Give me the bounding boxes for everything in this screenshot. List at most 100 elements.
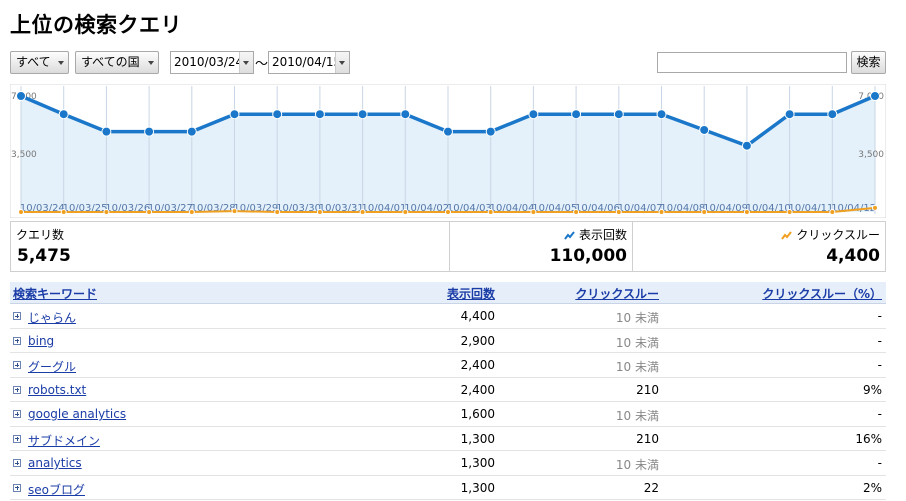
filter-toolbar: すべて すべての国 2010/03/24 ～ 2010/04/15 検索 (10, 51, 886, 75)
clicks-point (786, 209, 793, 215)
clicks-legend: クリックスルー (781, 226, 880, 243)
clicks-point (231, 208, 238, 215)
expand-row-icon[interactable] (13, 434, 21, 443)
clicks-point (274, 209, 281, 215)
clicks-trend-icon (781, 231, 793, 240)
keyword-link[interactable]: google analytics (28, 407, 126, 421)
keyword-link[interactable]: robots.txt (28, 383, 86, 397)
table-row: じゃらん 4,400 10 未満 - (10, 304, 886, 329)
impressions-column-header[interactable]: 表示回数 (447, 285, 495, 302)
country-filter-label: すべての国 (81, 55, 140, 69)
y-tick-label-left: 3,500 (11, 150, 37, 160)
impressions-point (699, 124, 710, 135)
end-date-value: 2010/04/15 (272, 55, 342, 69)
impressions-point (656, 109, 667, 120)
table-row: robots.txt 2,400 210 9% (10, 378, 886, 402)
impressions-cell: 1,300 (460, 456, 495, 470)
search-button[interactable]: 検索 (851, 51, 886, 74)
table-row: analytics 1,300 10 未満 - (10, 451, 886, 476)
calendar-dropdown-icon[interactable] (239, 52, 253, 73)
clicks-point (188, 209, 195, 215)
summary-stats: クエリ数 5,475 表示回数 110,000 クリックスルー 4,400 (10, 221, 886, 272)
impressions-legend: 表示回数 (564, 226, 627, 243)
clicks-point (359, 209, 366, 215)
ctr-cell: - (877, 333, 882, 348)
clicks-point (530, 209, 537, 215)
clicks-cell: 10 未満 (615, 409, 659, 423)
clicks-column-header[interactable]: クリックスルー (575, 285, 659, 302)
clicks-cell: 10 未満 (615, 335, 659, 350)
keyword-link[interactable]: seoブログ (28, 481, 85, 498)
expand-row-icon[interactable] (13, 336, 21, 345)
expand-row-icon[interactable] (13, 361, 21, 369)
clicks-point (573, 209, 580, 215)
clicks-cell: 10 未満 (615, 311, 659, 325)
table-header: 検索キーワード 表示回数 クリックスルー クリックスルー（%） (10, 282, 886, 304)
impressions-point (485, 126, 496, 137)
impressions-label: 表示回数 (578, 228, 627, 242)
impressions-point (571, 109, 582, 120)
clicks-point (487, 209, 494, 215)
clicks-point (316, 209, 323, 215)
start-date-value: 2010/03/24 (174, 55, 244, 69)
impressions-point (400, 109, 411, 120)
expand-row-icon[interactable] (13, 385, 21, 394)
impressions-point (144, 126, 155, 137)
expand-row-icon[interactable] (13, 483, 21, 492)
impressions-point (314, 109, 325, 120)
table-row: bing 2,900 10 未満 - (10, 329, 886, 353)
impressions-point (443, 126, 453, 137)
queries-label: クエリ数 (16, 228, 65, 242)
impressions-stat: 表示回数 110,000 (450, 222, 632, 271)
keyword-link[interactable]: じゃらん (28, 309, 76, 326)
ctr-cell: - (877, 358, 882, 372)
clicks-point (445, 209, 451, 215)
impressions-point (784, 109, 795, 120)
search-input[interactable] (657, 52, 847, 73)
clicks-point (615, 209, 622, 215)
start-date-picker[interactable]: 2010/03/24 (170, 51, 254, 74)
impressions-cell: 1,600 (460, 407, 495, 421)
clicks-point (701, 209, 708, 215)
keyword-link[interactable]: サブドメイン (28, 432, 100, 449)
impressions-cell: 1,300 (460, 480, 495, 495)
country-filter-dropdown[interactable]: すべての国 (75, 51, 159, 74)
clicks-point (18, 209, 24, 215)
end-date-picker[interactable]: 2010/04/15 (268, 51, 350, 74)
impressions-point (357, 109, 368, 120)
keyword-link[interactable]: bing (28, 334, 54, 348)
table-row: google analytics 1,600 10 未満 - (10, 402, 886, 427)
keyword-link[interactable]: グーグル (28, 358, 76, 375)
trend-chart: 10/03/24 10/03/25 10/03/26 10/03/27 10/03/28… (10, 84, 886, 218)
keyword-link[interactable]: analytics (28, 456, 82, 470)
impressions-cell: 1,300 (460, 431, 495, 446)
expand-row-icon[interactable] (13, 459, 21, 467)
calendar-dropdown-icon[interactable] (335, 52, 349, 73)
queries-table: 検索キーワード 表示回数 クリックスルー クリックスルー（%） じゃらん 4,40… (10, 282, 886, 500)
table-row: seoブログ 1,300 22 2% (10, 476, 886, 500)
impressions-point (272, 109, 283, 120)
expand-row-icon[interactable] (13, 312, 21, 320)
impressions-cell: 2,400 (460, 382, 495, 397)
date-range-separator: ～ (255, 57, 269, 72)
impressions-trend-icon (564, 231, 575, 240)
clicks-point (60, 209, 67, 215)
queries-stat: クエリ数 5,475 (11, 222, 449, 271)
impressions-cell: 2,400 (460, 358, 495, 372)
expand-row-icon[interactable] (13, 410, 21, 418)
impressions-point (870, 91, 880, 101)
trend-chart-svg: 10/03/2410/03/2510/03/2610/03/2710/03/28… (10, 84, 886, 218)
impressions-point (101, 126, 112, 137)
type-filter-dropdown[interactable]: すべて (10, 51, 69, 74)
clicks-cell: 22 (643, 480, 659, 495)
clicks-point (103, 209, 110, 215)
clicks-point (872, 204, 878, 211)
clicks-point (829, 209, 836, 215)
keyword-column-header[interactable]: 検索キーワード (13, 285, 97, 302)
table-row: グーグル 2,400 10 未満 - (10, 353, 886, 378)
ctr-column-header[interactable]: クリックスルー（%） (762, 285, 882, 302)
clicks-cell: 10 未満 (615, 360, 659, 374)
impressions-point (528, 109, 539, 120)
clicks-point (743, 209, 750, 215)
clicks-point (146, 209, 153, 215)
